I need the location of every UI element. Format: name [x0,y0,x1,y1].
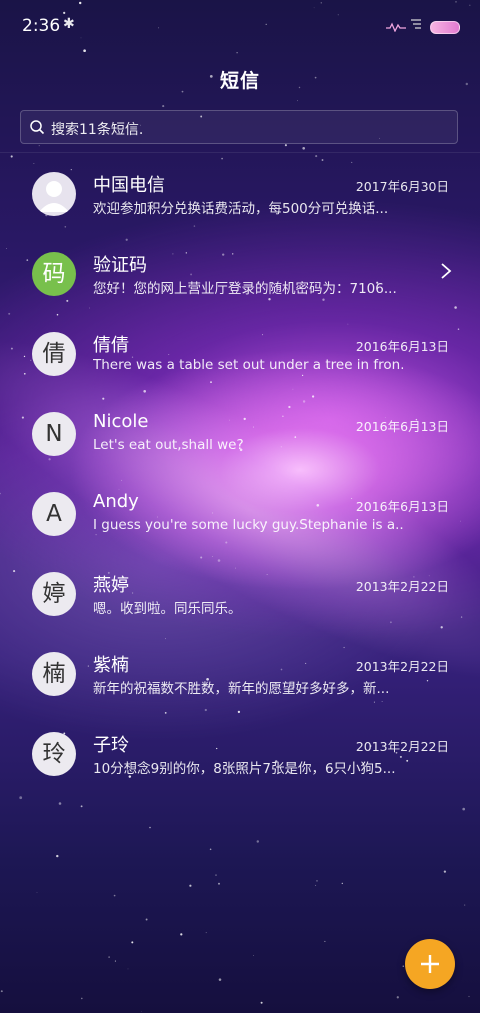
bluetooth-icon: ✱ [63,16,75,32]
chevron-right-icon [441,263,452,279]
avatar: 倩 [32,332,76,376]
star [215,874,217,876]
contact-name: Nicole [93,411,149,432]
status-time: 2:36 [22,16,61,36]
conversation-row[interactable]: 玲 子玲 2013年2月22日 10分想念9别的你，8张照片7张是你，6只小狗5… [0,712,480,792]
conversation-row[interactable]: A Andy 2016年6月13日 I guess you're some lu… [0,472,480,552]
contact-name: 子玲 [93,735,129,756]
conversation-row[interactable]: 楠 紫楠 2013年2月22日 新年的祝福数不胜数，新年的愿望好多好多，新... [0,632,480,712]
star [127,968,129,970]
message-preview: There was a table set out under a tree i… [93,357,403,373]
star [284,144,287,147]
message-date: 2013年2月22日 [355,659,449,674]
star [140,1011,142,1012]
conversation-row[interactable]: 倩 倩倩 2016年6月13日 There was a table set ou… [0,312,480,392]
star [218,882,220,885]
star [443,870,447,873]
contact-name: 紫楠 [93,655,129,676]
new-message-button[interactable] [405,939,455,989]
contact-name: 中国电信 [93,175,165,196]
star [315,884,317,886]
avatar: A [32,492,76,536]
star [253,955,254,956]
star [302,147,306,150]
message-date: 2017年6月30日 [355,179,449,194]
star [38,145,40,147]
star [316,880,318,882]
contact-name: 燕婷 [93,575,129,596]
star [80,805,83,808]
message-date: 2016年6月13日 [355,339,449,354]
star [149,826,151,829]
message-preview: 欢迎参加积分兑换话费活动，每500分可兑换话... [93,201,389,217]
star [324,940,326,942]
status-bar: 2:36 ✱ [0,0,480,52]
star [464,904,466,906]
message-preview: I guess you're some lucky guy.Stephanie … [93,517,403,533]
star [402,965,405,968]
avatar [32,172,76,216]
star [131,941,134,944]
signal-icon [386,22,406,32]
message-date: 2013年2月22日 [355,579,449,594]
search-bar[interactable]: 搜索11条短信. [20,110,458,144]
star [396,996,399,999]
message-preview: 嗯。收到啦。同乐同乐。 [93,601,242,617]
star [145,918,148,921]
search-placeholder: 搜索11条短信. [51,122,144,138]
avatar: 婷 [32,572,76,616]
avatar: N [32,412,76,456]
message-preview: Let's eat out,shall we? [93,437,244,453]
star [218,978,222,981]
message-preview: 您好！您的网上营业厅登录的随机密码为：7106... [93,281,397,297]
message-preview: 新年的祝福数不胜数，新年的愿望好多好多，新... [93,681,390,697]
wifi-icon [411,19,421,29]
search-icon [30,120,45,135]
battery-icon [430,21,460,34]
star [236,52,238,54]
conversation-row-folder[interactable]: 码 验证码 您好！您的网上营业厅登录的随机密码为：7106... [0,232,480,312]
star [81,997,83,1000]
star [113,894,116,897]
contact-name: 验证码 [93,255,147,276]
person-icon [39,181,69,212]
star [114,960,116,962]
star [297,100,298,102]
conversation-row[interactable]: N Nicole 2016年6月13日 Let's eat out,shall … [0,392,480,472]
star [19,796,23,800]
star [56,854,59,858]
avatar: 码 [32,252,76,296]
conversation-row[interactable]: 中国电信 2017年6月30日 欢迎参加积分兑换话费活动，每500分可兑换话..… [0,152,480,232]
star [209,848,212,851]
star [205,932,207,934]
star [260,1001,263,1004]
message-preview: 10分想念9别的你，8张照片7张是你，6只小狗5... [93,761,396,777]
page-title: 短信 [219,70,260,92]
star [341,882,343,885]
plus-icon [421,955,439,973]
star [58,802,62,805]
contact-name: 倩倩 [93,335,129,356]
message-date: 2016年6月13日 [355,499,449,514]
message-date: 2016年6月13日 [355,419,449,434]
avatar: 玲 [32,732,76,776]
star [180,933,183,936]
star [36,892,38,893]
contact-name: Andy [93,491,139,512]
avatar: 楠 [32,652,76,696]
star [108,956,110,958]
star [468,995,470,998]
conversation-row[interactable]: 婷 燕婷 2013年2月22日 嗯。收到啦。同乐同乐。 [0,552,480,632]
message-date: 2013年2月22日 [355,739,449,754]
star [256,840,260,843]
star [162,105,165,108]
star [0,990,3,993]
conversation-list: 中国电信 2017年6月30日 欢迎参加积分兑换话费活动，每500分可兑换话..… [0,152,480,792]
star [189,884,192,887]
star [462,807,466,811]
